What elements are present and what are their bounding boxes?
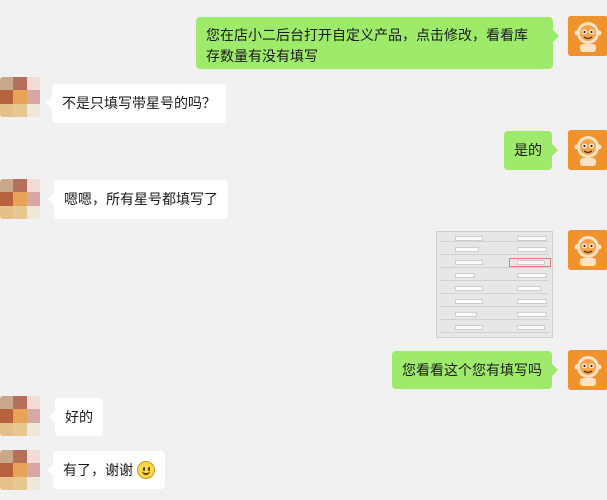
- message-bubble-sent: 您在店小二后台打开自定义产品，点击修改，看看库存数量有没有填写: [196, 17, 559, 69]
- message-text: 好的: [65, 409, 93, 425]
- message-text: 您看看这个您有填写吗: [402, 362, 542, 378]
- robot-avatar-icon: [568, 130, 607, 170]
- agent-avatar[interactable]: [568, 130, 607, 170]
- robot-avatar-icon: [568, 230, 607, 270]
- message-bubble-received: 不是只填写带星号的吗？: [46, 84, 226, 123]
- smile-emoji: [136, 461, 155, 479]
- message-text: 有了，谢谢: [63, 462, 133, 478]
- user-avatar[interactable]: [0, 396, 40, 436]
- message-text: 是的: [514, 142, 542, 158]
- agent-avatar[interactable]: [568, 350, 607, 390]
- robot-avatar-icon: [568, 350, 607, 390]
- message-bubble-received: 嗯嗯，所有星号都填写了: [48, 180, 228, 219]
- message-bubble-sent: 是的: [504, 131, 558, 170]
- message-bubble-sent: 您看看这个您有填写吗: [392, 351, 558, 389]
- user-avatar[interactable]: [0, 450, 40, 490]
- user-avatar[interactable]: [0, 77, 40, 117]
- agent-avatar[interactable]: [568, 230, 607, 270]
- message-text: 嗯嗯，所有星号都填写了: [64, 191, 218, 207]
- user-avatar[interactable]: [0, 179, 40, 219]
- highlight-box: [509, 258, 551, 267]
- robot-avatar-icon: [568, 16, 607, 56]
- message-bubble-received: 有了，谢谢: [47, 451, 165, 489]
- message-bubble-received: 好的: [49, 398, 103, 436]
- message-text: 不是只填写带星号的吗？: [62, 95, 216, 111]
- message-text: 您在店小二后台打开自定义产品，点击修改，看看库存数量有没有填写: [206, 27, 528, 64]
- screenshot-image-message[interactable]: [436, 231, 553, 338]
- agent-avatar[interactable]: [568, 16, 607, 56]
